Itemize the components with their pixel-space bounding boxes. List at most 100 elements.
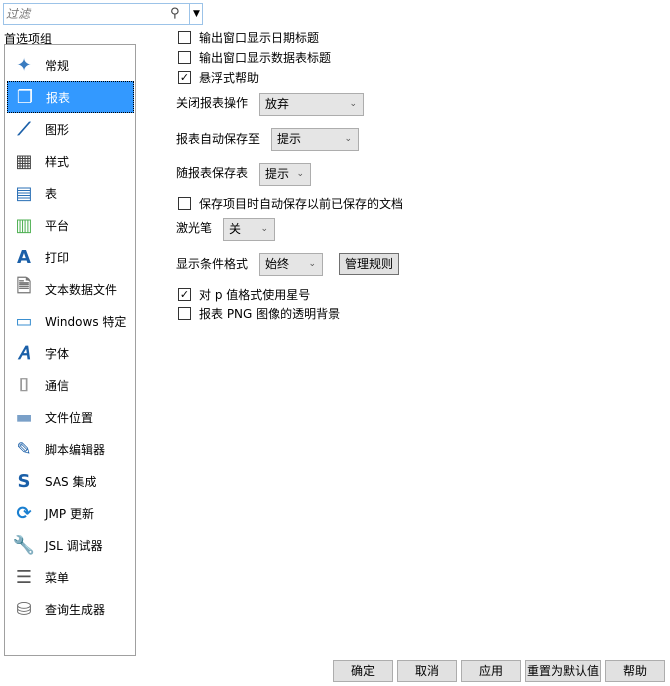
select-value: 提示 bbox=[277, 132, 302, 146]
checkbox-icon bbox=[178, 51, 191, 64]
usb-icon: ⌷ bbox=[18, 374, 30, 396]
help-button[interactable]: 帮助 bbox=[605, 660, 665, 682]
database-icon: ⛁ bbox=[16, 598, 32, 620]
filter-box: ⚲ ▼ bbox=[3, 3, 203, 25]
print-icon: A bbox=[17, 246, 31, 268]
sidebar-item[interactable]: ▤ 表 bbox=[7, 177, 134, 209]
sidebar-item-label: 通信 bbox=[45, 378, 70, 393]
chevron-down-icon: ⌄ bbox=[349, 99, 357, 109]
chevron-down-icon: ⌄ bbox=[260, 224, 268, 234]
sas-icon: S bbox=[17, 470, 31, 492]
sidebar-item[interactable]: ✎ 脚本编辑器 bbox=[7, 433, 134, 465]
show-table-title-checkbox[interactable]: 输出窗口显示数据表标题 bbox=[178, 49, 331, 66]
checkbox-label: 保存项目时自动保存以前已保存的文档 bbox=[199, 197, 404, 211]
platform-icon: ▥ bbox=[15, 214, 33, 236]
autosave-project-checkbox[interactable]: 保存项目时自动保存以前已保存的文档 bbox=[178, 195, 403, 212]
font-icon: 𝐴 bbox=[18, 342, 30, 364]
chevron-down-icon: ⌄ bbox=[308, 259, 316, 269]
sidebar-item[interactable]: ▦ 样式 bbox=[7, 145, 134, 177]
menu-icon: ☰ bbox=[15, 566, 33, 588]
sidebar-item-label: 文件位置 bbox=[45, 410, 94, 425]
checkbox-icon bbox=[178, 197, 191, 210]
sidebar-item[interactable]: ▥ 平台 bbox=[7, 209, 134, 241]
chevron-down-icon: ⌄ bbox=[296, 169, 304, 179]
ok-button[interactable]: 确定 bbox=[333, 660, 393, 682]
sidebar-item-label: 打印 bbox=[45, 250, 70, 265]
sidebar-item-label: 图形 bbox=[45, 122, 70, 137]
sidebar-item[interactable]: ▬ 文件位置 bbox=[7, 401, 134, 433]
sidebar-item[interactable]: ✦ 常规 bbox=[7, 49, 134, 81]
sidebar-item[interactable]: 🔧 JSL 调试器 bbox=[7, 529, 134, 561]
sidebar-item[interactable]: ❐ 报表 bbox=[7, 81, 134, 113]
p-value-stars-checkbox[interactable]: ✓ 对 p 值格式使用星号 bbox=[178, 286, 310, 303]
autosave-to-select[interactable]: 提示 ⌄ bbox=[271, 128, 359, 151]
chevron-down-icon: ⌄ bbox=[344, 134, 352, 144]
sidebar-item-label: 脚本编辑器 bbox=[45, 442, 106, 457]
select-value: 关 bbox=[229, 222, 242, 236]
monitor-icon: ▭ bbox=[15, 310, 33, 332]
sidebar-item[interactable]: ⟳ JMP 更新 bbox=[7, 497, 134, 529]
apply-button[interactable]: 应用 bbox=[461, 660, 521, 682]
manage-rules-button[interactable]: 管理规则 bbox=[339, 253, 399, 275]
jmp-person-icon: ✦ bbox=[16, 54, 32, 76]
laser-pointer-label: 激光笔 bbox=[176, 221, 213, 235]
hover-help-checkbox[interactable]: ✓ 悬浮式帮助 bbox=[178, 69, 259, 86]
wrench-icon: 🔧 bbox=[12, 534, 36, 556]
select-value: 放弃 bbox=[265, 97, 290, 111]
check-icon: ✓ bbox=[178, 288, 191, 301]
sidebar-item[interactable]: ⛁ 查询生成器 bbox=[7, 593, 134, 625]
sidebar-item-label: 菜单 bbox=[45, 570, 70, 585]
txt-file-icon: 🗎 bbox=[16, 276, 32, 297]
sidebar-item-label: 查询生成器 bbox=[45, 602, 106, 617]
sidebar-item[interactable]: 🗎 文本数据文件 bbox=[7, 273, 134, 305]
report-pages-icon: ❐ bbox=[16, 86, 34, 108]
sidebar-item-label: 常规 bbox=[45, 58, 70, 73]
reset-defaults-button[interactable]: 重置为默认值 bbox=[525, 660, 601, 682]
sidebar-item-label: 报表 bbox=[46, 90, 71, 105]
conditional-format-select[interactable]: 始终 ⌄ bbox=[259, 253, 323, 276]
autosave-to-label: 报表自动保存至 bbox=[176, 132, 261, 146]
save-table-label: 随报表保存表 bbox=[176, 166, 249, 180]
show-date-title-checkbox[interactable]: 输出窗口显示日期标题 bbox=[178, 29, 319, 46]
save-table-select[interactable]: 提示 ⌄ bbox=[259, 163, 311, 186]
select-value: 提示 bbox=[265, 167, 290, 181]
sidebar-item[interactable]: ⟋ 图形 bbox=[7, 113, 134, 145]
sidebar-item[interactable]: ☰ 菜单 bbox=[7, 561, 134, 593]
update-icon: ⟳ bbox=[16, 502, 32, 524]
sidebar-item-label: 表 bbox=[45, 186, 58, 201]
sidebar-item-label: 字体 bbox=[45, 346, 70, 361]
sidebar-item-label: JSL 调试器 bbox=[45, 538, 103, 553]
close-report-action-label: 关闭报表操作 bbox=[176, 96, 249, 110]
sidebar-item-label: JMP 更新 bbox=[45, 506, 94, 521]
checkbox-label: 输出窗口显示数据表标题 bbox=[199, 51, 332, 65]
sidebar-item[interactable]: ⌷ 通信 bbox=[7, 369, 134, 401]
checkbox-label: 报表 PNG 图像的透明背景 bbox=[199, 307, 341, 321]
sidebar-item[interactable]: ▭ Windows 特定 bbox=[7, 305, 134, 337]
checkbox-icon bbox=[178, 31, 191, 44]
preference-group-list: ✦ 常规 ❐ 报表 ⟋ 图形 ▦ 样式 ▤ 表 ▥ 平台 A 打印 🗎 文本数据文件 ▭ Windows 特定 𝐴 字… bbox=[4, 44, 136, 656]
sidebar-item-label: SAS 集成 bbox=[45, 474, 97, 489]
search-icon[interactable]: ⚲ bbox=[170, 6, 180, 21]
checkbox-label: 对 p 值格式使用星号 bbox=[199, 288, 311, 302]
sidebar-item-label: 平台 bbox=[45, 218, 70, 233]
sidebar-item[interactable]: 𝐴 字体 bbox=[7, 337, 134, 369]
cancel-button[interactable]: 取消 bbox=[397, 660, 457, 682]
filter-input[interactable] bbox=[6, 6, 166, 22]
conditional-format-label: 显示条件格式 bbox=[176, 257, 249, 271]
close-report-action-select[interactable]: 放弃 ⌄ bbox=[259, 93, 364, 116]
png-transparent-checkbox[interactable]: 报表 PNG 图像的透明背景 bbox=[178, 305, 340, 322]
sidebar-item-label: Windows 特定 bbox=[45, 314, 127, 329]
sidebar-item[interactable]: S SAS 集成 bbox=[7, 465, 134, 497]
table-icon: ▤ bbox=[15, 182, 33, 204]
styles-icon: ▦ bbox=[15, 150, 33, 172]
sidebar-item-label: 样式 bbox=[45, 154, 70, 169]
folder-icon: ▬ bbox=[15, 406, 33, 428]
laser-pointer-select[interactable]: 关 ⌄ bbox=[223, 218, 275, 241]
select-value: 始终 bbox=[265, 257, 290, 271]
checkbox-icon bbox=[178, 307, 191, 320]
checkbox-label: 输出窗口显示日期标题 bbox=[199, 31, 320, 45]
checkbox-label: 悬浮式帮助 bbox=[199, 71, 260, 85]
filter-dropdown-button[interactable]: ▼ bbox=[189, 4, 203, 24]
sidebar-item[interactable]: A 打印 bbox=[7, 241, 134, 273]
script-editor-icon: ✎ bbox=[16, 438, 32, 460]
